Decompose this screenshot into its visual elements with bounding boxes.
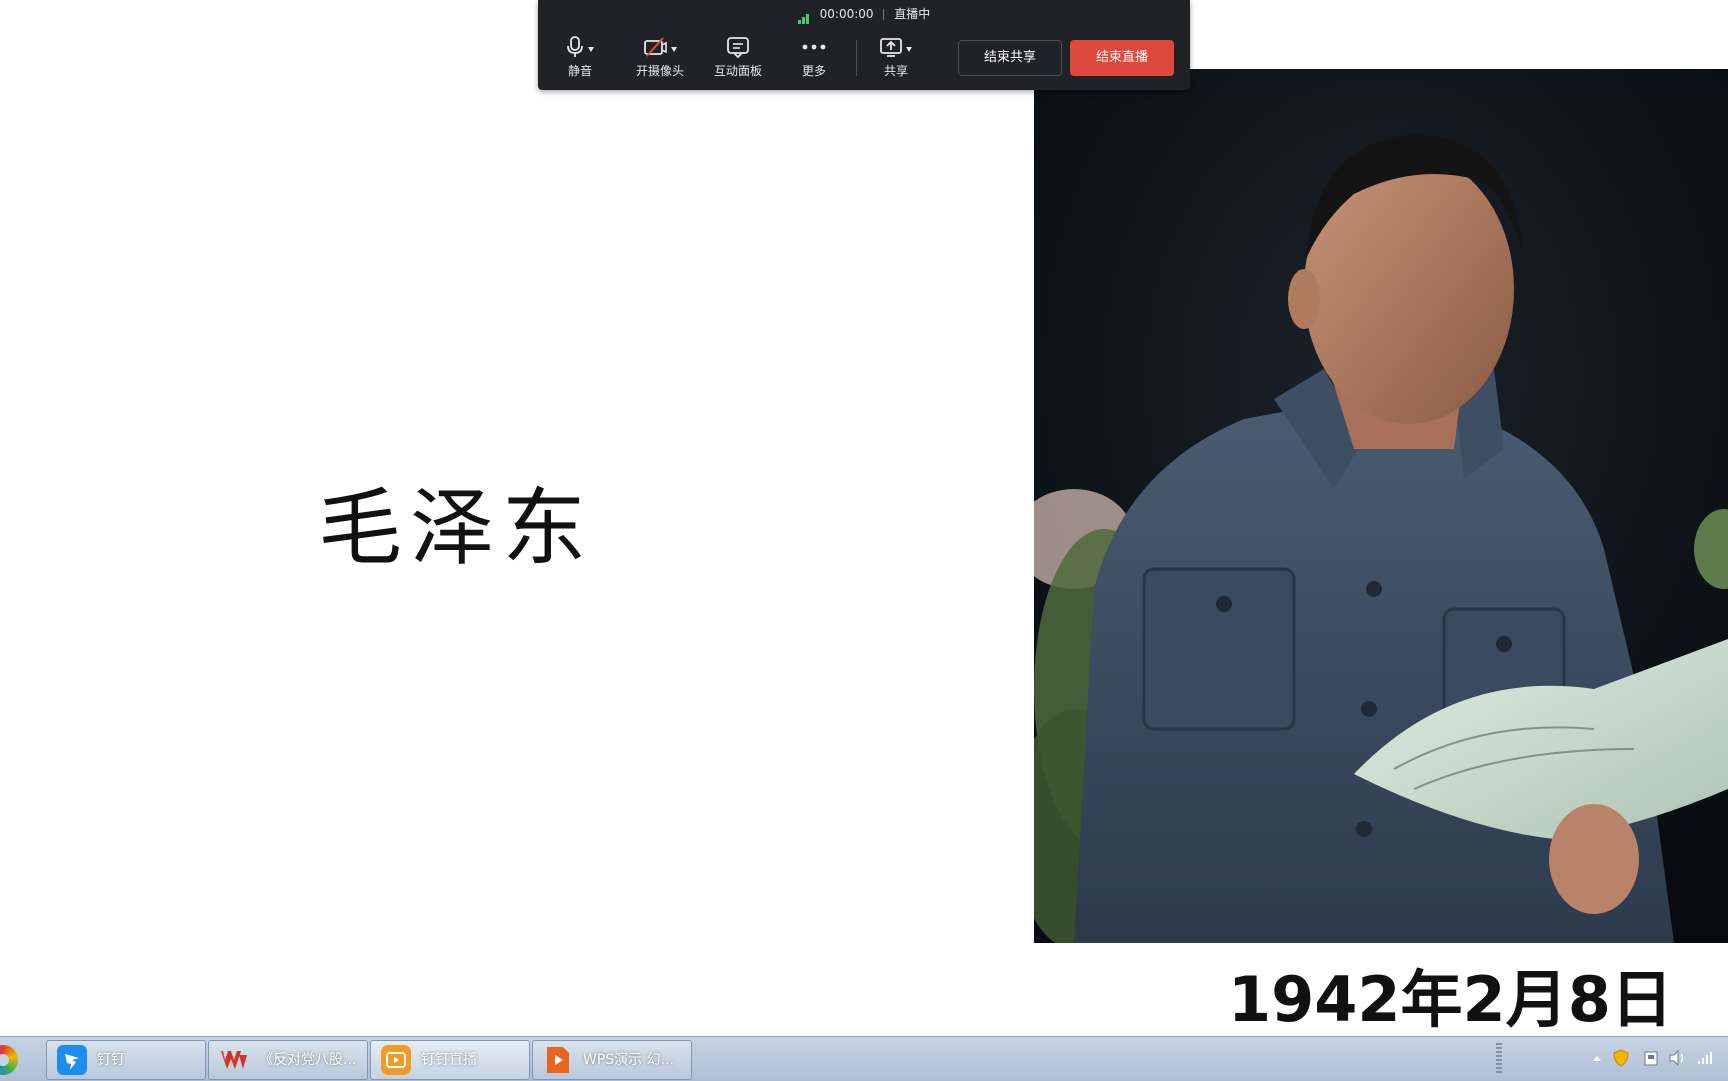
share-button[interactable]: 共享 [856,34,936,78]
microphone-icon [567,36,583,57]
share-label: 共享 [883,64,908,78]
chevron-down-icon[interactable] [588,46,594,52]
dingtalk-icon [57,1045,87,1075]
live-status-text: 直播中 [894,7,931,21]
taskbar-item-wps-presentation[interactable]: WPS演示 幻... [532,1040,692,1080]
network-adapter-icon[interactable] [1642,1049,1660,1067]
taskbar-item-label: 钉钉直播 [421,1052,477,1068]
wps-writer-icon [221,1051,247,1069]
taskbar: 钉钉 《反对党八股... 钉钉直播 WPS演示 幻... [0,1036,1728,1081]
signal-strength-icon [797,6,810,24]
end-share-button[interactable]: 结束共享 [958,40,1062,76]
signal-icon[interactable] [1696,1049,1714,1067]
interaction-panel-button[interactable]: 互动面板 [698,34,778,78]
taskbar-item-wps-writer[interactable]: 《反对党八股... [208,1040,368,1080]
chevron-down-icon[interactable] [906,46,912,52]
slide-title-name: 毛泽东 [318,479,595,577]
interaction-panel-label: 互动面板 [713,64,762,78]
camera-label: 开摄像头 [635,64,684,78]
mute-button[interactable]: 静音 [540,34,620,78]
taskbar-grip[interactable] [1496,1043,1502,1075]
slide-date: 1942年2月8日 [1228,963,1673,1036]
mute-label: 静音 [567,64,592,78]
portrait-photo [1034,69,1728,943]
more-button[interactable]: 更多 [774,34,854,78]
chevron-down-icon[interactable] [671,46,677,52]
wps-presentation-icon [547,1047,569,1073]
taskbar-item-label: 《反对党八股... [259,1052,357,1068]
live-stream-toolbar: 00:00:00 直播中 静音 开摄像头 互动面板 更多 共享 结束共享 结束直… [538,0,1190,90]
more-label: 更多 [801,64,826,78]
live-status-row: 00:00:00 直播中 [538,5,1190,24]
dingtalk-live-icon [381,1045,411,1075]
more-dots-icon [802,44,826,50]
taskbar-item-dingtalk-live[interactable]: 钉钉直播 [370,1040,530,1080]
security-shield-icon[interactable] [1612,1049,1630,1067]
presentation-slide: 毛泽东 1942年2月8日 [0,0,1728,1036]
end-live-button[interactable]: 结束直播 [1070,40,1174,76]
start-button-icon[interactable] [0,1045,18,1075]
taskbar-item-label: WPS演示 幻... [583,1052,674,1068]
camera-button[interactable]: 开摄像头 [620,34,700,78]
taskbar-item-label: 钉钉 [97,1052,125,1068]
volume-icon[interactable] [1668,1049,1686,1067]
status-divider [883,9,885,20]
chat-panel-icon [727,37,749,58]
live-timer: 00:00:00 [819,7,874,21]
taskbar-item-dingtalk[interactable]: 钉钉 [46,1040,206,1080]
share-screen-icon [880,38,902,57]
show-hidden-icon[interactable] [1588,1049,1606,1067]
camera-off-icon [644,37,667,57]
